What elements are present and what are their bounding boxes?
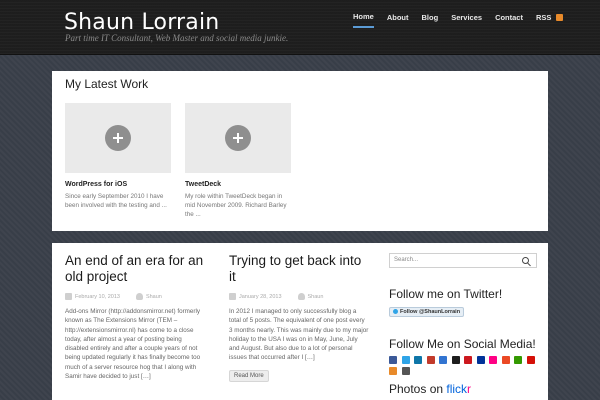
work-item-excerpt: My role within TweetDeck began in mid No… [185, 193, 287, 218]
search-icon[interactable] [522, 257, 529, 264]
sidebar: Search... Follow me on Twitter! Follow @… [389, 253, 539, 396]
work-thumbnail[interactable] [185, 103, 291, 173]
nav-blog[interactable]: Blog [422, 13, 439, 27]
author-icon [135, 293, 143, 300]
nav-home[interactable]: Home [353, 12, 374, 28]
blog-post: An end of an era for an old project Febr… [65, 253, 205, 381]
post-excerpt: In 2012 I managed to only successfully b… [229, 308, 369, 362]
post-title[interactable]: An end of an era for an old project [65, 253, 205, 285]
delicious-icon[interactable] [439, 356, 447, 364]
flickr-icon[interactable] [489, 356, 497, 364]
rss-icon[interactable] [389, 367, 397, 375]
social-icons [389, 356, 539, 378]
post-date: January 28, 2013 [239, 293, 282, 300]
post-excerpt: Add-ons Mirror (http://addonsmirror.net)… [65, 308, 201, 381]
work-item-title[interactable]: WordPress for iOS [65, 181, 171, 188]
twitter-icon[interactable] [401, 356, 410, 364]
site-title[interactable]: Shaun Lorrain [64, 10, 219, 35]
latest-work-panel: My Latest Work WordPress for iOS Since e… [52, 71, 548, 231]
flickr-title-prefix: Photos on [389, 382, 447, 396]
work-item-excerpt: Since early September 2010 I have been i… [65, 193, 167, 209]
plus-icon[interactable] [105, 125, 131, 151]
youtube-icon[interactable] [464, 356, 472, 364]
nav-rss[interactable]: RSS [536, 13, 551, 27]
post-title[interactable]: Trying to get back into it [229, 253, 369, 285]
social-widget-title: Follow Me on Social Media! [389, 337, 536, 351]
posts-panel: An end of an era for an old project Febr… [52, 243, 548, 400]
work-item[interactable]: TweetDeck My role within TweetDeck began… [185, 103, 291, 219]
twitter-follow-button[interactable]: Follow @ShaunLorrain [389, 306, 465, 317]
work-item-title[interactable]: TweetDeck [185, 181, 291, 188]
search-input[interactable]: Search... [389, 253, 537, 268]
twitter-bird-icon [393, 309, 398, 314]
technorati-icon[interactable] [514, 356, 522, 364]
nav-services[interactable]: Services [451, 13, 482, 27]
lastfm-icon[interactable] [526, 356, 535, 364]
post-meta: January 28, 2013 Shaun [229, 293, 369, 300]
flickr-logo-blue: flick [446, 382, 468, 396]
flickr-logo-pink: r [467, 382, 472, 396]
digg-icon[interactable] [451, 356, 460, 364]
flickr-widget-title: Photos on flickr [389, 382, 539, 396]
main-nav: Home About Blog Services Contact RSS [353, 12, 564, 28]
site-header: Shaun Lorrain Part time IT Consultant, W… [0, 0, 600, 55]
search-placeholder: Search... [394, 257, 419, 263]
stumbleupon-icon[interactable] [501, 356, 510, 364]
post-meta: February 10, 2013 Shaun [65, 293, 205, 300]
author-icon [297, 293, 305, 300]
work-thumbnail[interactable] [65, 103, 171, 173]
nav-about[interactable]: About [387, 13, 409, 27]
facebook-icon[interactable] [389, 356, 397, 364]
latest-work-heading: My Latest Work [65, 77, 149, 91]
plus-icon[interactable] [225, 125, 251, 151]
work-item[interactable]: WordPress for iOS Since early September … [65, 103, 171, 210]
site-tagline: Part time IT Consultant, Web Master and … [65, 33, 289, 43]
calendar-icon [229, 293, 236, 300]
twitter-widget-title: Follow me on Twitter! [389, 287, 503, 301]
post-author[interactable]: Shaun [146, 294, 162, 300]
linkedin-icon[interactable] [414, 356, 422, 364]
google-icon[interactable] [426, 356, 435, 364]
rss-icon[interactable] [556, 14, 564, 21]
post-date: February 10, 2013 [75, 293, 120, 300]
post-author[interactable]: Shaun [308, 294, 324, 300]
blog-post: Trying to get back into it January 28, 2… [229, 253, 369, 382]
follow-button-label: Follow @ShaunLorrain [400, 308, 461, 315]
nav-contact[interactable]: Contact [495, 13, 523, 27]
read-more-button[interactable]: Read More [229, 369, 269, 382]
calendar-icon [65, 293, 72, 300]
email-icon[interactable] [401, 367, 410, 375]
myspace-icon[interactable] [476, 356, 485, 364]
